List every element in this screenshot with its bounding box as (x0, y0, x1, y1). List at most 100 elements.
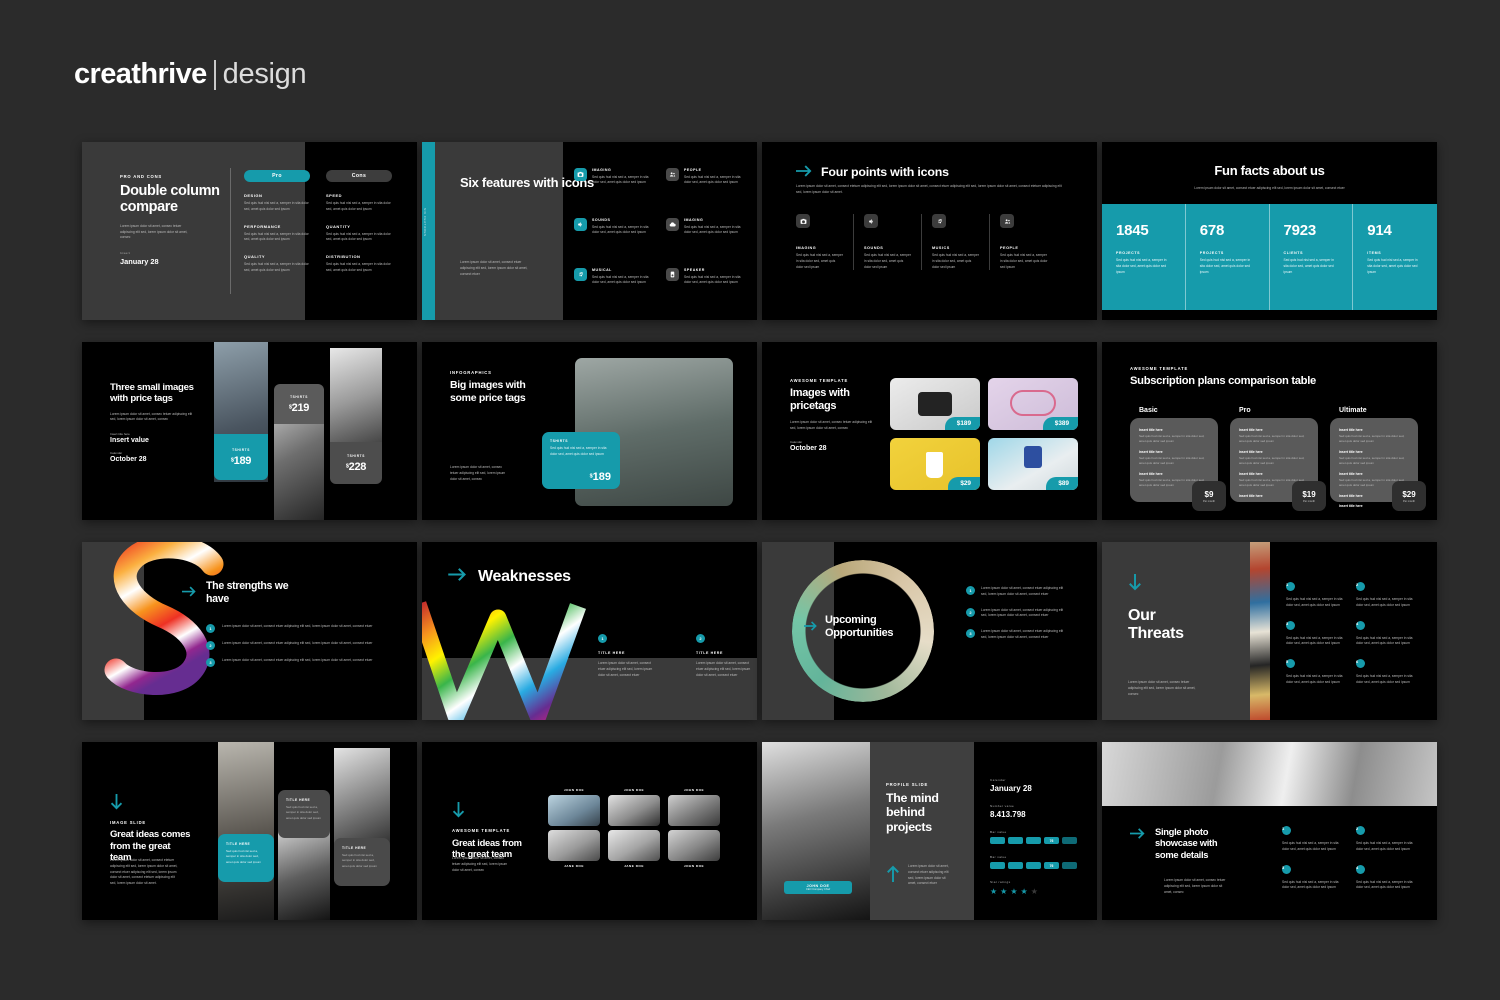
price-value: $189 (230, 454, 252, 467)
bar-segment (990, 862, 1005, 869)
member-photo (608, 830, 660, 861)
team-member[interactable]: JOHN DOE (668, 788, 720, 826)
list-item[interactable]: 2 Lorem ipsum dolor sit amet, consect etu… (966, 607, 1064, 620)
slide-three-small-images-with-price-tags[interactable]: TSHIRTS $219 TSHIRTS $228 TSHIRTS $189 T… (82, 342, 417, 520)
slide-six-features-with-icons[interactable]: SIX FEATURES Six features with icons Lor… (422, 142, 757, 320)
stat-item: 914 ITEMS Sed quis hud nisi sed a, sempe… (1353, 204, 1437, 310)
team-member[interactable]: JOHN DOE (548, 788, 600, 826)
feature-item[interactable]: IMAGING Sed quis hud nisi sed a, semper i… (666, 218, 744, 236)
slide-great-ideas-comes-from-the-great-team[interactable]: TITLE HERE Sed quis hud nisi sed a, semp… (82, 742, 417, 920)
left-panel (435, 142, 563, 320)
plan-card[interactable]: Ultimate Insert title here Sed quis hud n… (1330, 407, 1426, 511)
team-member[interactable]: JOHN DOE (668, 830, 720, 868)
plans-row: Basic Insert title here Sed quis hud nisi… (1130, 407, 1426, 511)
slide-subscription-plans-comparison-table[interactable]: AWESOME TEMPLATE Subscription plans comp… (1102, 342, 1437, 520)
bullet-list: 1 Lorem ipsum dolor sit amet, consect etu… (966, 586, 1064, 651)
feature-item[interactable]: PEOPLE Sed quis hud nisi sed a, semper in… (666, 168, 744, 186)
list-item[interactable]: 4 Sed quis hud nisi sed a, semper in sita… (1356, 620, 1416, 648)
list-item[interactable]: 1 Sed quis hud nisi sed a, semper in sita… (1286, 582, 1346, 609)
point-label: PEOPLE (1000, 246, 1019, 250)
list-item[interactable]: 1 Sed quis hud nisi sed a, semper in sita… (1282, 826, 1344, 853)
list-item[interactable]: 1 Lorem ipsum dolor sit amet, consect etu… (966, 586, 1064, 598)
feature-item[interactable]: IMAGING Sed quis hud nisi sed a, semper i… (574, 168, 652, 186)
vertical-label: SIX FEATURES (423, 208, 427, 237)
plan-card[interactable]: Basic Insert title here Sed quis hud nisi… (1130, 407, 1226, 511)
body-text: Lorem ipsum dolor sit amet, consec tetue… (1128, 680, 1196, 696)
cloud-icon (666, 218, 679, 231)
product-card[interactable]: $89 (988, 438, 1078, 490)
list-item[interactable]: 3 Sed quis hud nisi sed a, semper in sita… (1282, 864, 1344, 892)
list-item[interactable]: 2 Sed quis hud nisi sed a, semper in sita… (1356, 826, 1418, 853)
slide-the-mind-behind-projects[interactable]: JOHN DOE CEO Company Chief PROFILE SLIDE… (762, 742, 1097, 920)
slide-four-points-with-icons[interactable]: Four points with icons Lorem ipsum dolor… (762, 142, 1097, 320)
team-member[interactable]: JANE DOE (608, 830, 660, 868)
list-item[interactable]: 1 Lorem ipsum dolor sit amet, consect etu… (206, 624, 376, 633)
weakness-item[interactable]: 1 TITLE HERE Lorem ipsum dolor sit amet,… (598, 634, 656, 678)
feature-item[interactable]: MUSICAL Sed quis hud nisi sed a, semper i… (574, 268, 652, 286)
list-item[interactable]: 2 Lorem ipsum dolor sit amet, consect etu… (206, 641, 376, 650)
page-title: Upcoming Opportunities (825, 614, 894, 640)
list-item[interactable]: 3 Lorem ipsum dolor sit amet, consect etu… (206, 658, 376, 667)
bullet-number: 1 (1282, 826, 1291, 835)
team-member[interactable]: JANE DOE (548, 830, 600, 868)
stat-label: CLIENTS (1283, 251, 1304, 255)
slide-fun-facts-about-us[interactable]: Fun facts about us Lorem ipsum dolor sit… (1102, 142, 1437, 320)
feature-item[interactable]: SOUNDS Sed quis hud nisi sed a, semper in… (574, 218, 652, 236)
slide-weaknesses[interactable]: Weaknesses 1 TITLE HERE Lorem ipsum dolo… (422, 542, 757, 720)
cons-item-label: DISTRIBUTION (326, 254, 361, 260)
list-item[interactable]: 5 Sed quis hud nisi sed a, semper in sita… (1286, 659, 1346, 686)
feature-label: SPEAKER (684, 268, 705, 272)
slide-double-column-compare[interactable]: PRO AND CONS Double column compare Lorem… (82, 142, 417, 320)
slide-single-photo-showcase[interactable]: Single photo showcase with some details … (1102, 742, 1437, 920)
product-card[interactable]: $29 (890, 438, 980, 490)
stats-panel: 1845 PROJECTS Sed quis hud nisi sed a, s… (1102, 204, 1437, 310)
info-card-accent[interactable]: TITLE HERE Sed quis hud nisi sed a, semp… (218, 834, 274, 882)
people-icon (666, 168, 679, 181)
slide-big-images-with-price-tags[interactable]: INFOGRAPHICS Big images with some price … (422, 342, 757, 520)
list-item[interactable]: 2 Sed quis hud nisi sed a, semper in sita… (1356, 582, 1416, 609)
pro-pill[interactable]: Pro (244, 170, 310, 182)
point-item[interactable]: MUSICS Sed quis hud nisi sed a, semper i… (932, 214, 990, 271)
team-member[interactable]: JOHN DOE (608, 788, 660, 826)
list-item[interactable]: 3 Lorem ipsum dolor sit amet, consect etu… (966, 629, 1064, 641)
page-title: Our Threats (1128, 607, 1238, 643)
info-card[interactable]: TITLE HERE Sed quis hud nisi sed a, semp… (334, 838, 390, 886)
product-card[interactable]: $189 (890, 378, 980, 430)
value: Insert value (110, 437, 149, 445)
cons-pill[interactable]: Cons (326, 170, 392, 182)
pro-item: QUALITY Sed quis hud nisi sed a, semper i… (244, 254, 310, 274)
weakness-item[interactable]: 2 TITLE HERE Lorem ipsum dolor sit amet,… (696, 634, 754, 678)
cons-item: DISTRIBUTION Sed quis hud nisi sed a, sem… (326, 254, 392, 274)
slide-great-ideas-from-the-great-team[interactable]: AWESOME TEMPLATE Great ideas from the gr… (422, 742, 757, 920)
star-rating[interactable]: ★ ★ ★ ★ ★ (990, 887, 1082, 896)
slide-our-threats[interactable]: Our Threats Lorem ipsum dolor sit amet, c… (1102, 542, 1437, 720)
slide-images-with-pricetags[interactable]: AWESOME TEMPLATE Images with pricetags L… (762, 342, 1097, 520)
list-item-text: Sed quis hud nisi sed a, semper in sita … (1286, 635, 1343, 646)
feature-text: Sed quis hud nisi sed a, semper in sita … (592, 224, 649, 235)
feature-item[interactable]: SPEAKER Sed quis hud nisi sed a, semper i… (666, 268, 744, 286)
list-item[interactable]: 4 Sed quis hud nisi sed a, semper in sita… (1356, 864, 1418, 892)
list-item[interactable]: 6 Sed quis hud nisi sed a, semper in sita… (1356, 659, 1416, 686)
info-card[interactable]: TITLE HERE Sed quis hud nisi sed a, semp… (278, 790, 330, 838)
people-icon (1000, 214, 1014, 228)
stat-item: 678 PROJECTS Sed quis hud nisi sed a, se… (1186, 204, 1270, 310)
brand-divider (213, 59, 216, 90)
product-card[interactable]: $389 (988, 378, 1078, 430)
bullet-number: 3 (1282, 864, 1291, 874)
slide-title-block: Three small images with price tags Lorem… (110, 382, 198, 463)
slide-upcoming-opportunities[interactable]: Upcoming Opportunities 1 Lorem ipsum dolor… (762, 542, 1097, 720)
point-item[interactable]: PEOPLE Sed quis hud nisi sed a, semper i… (1000, 214, 1058, 270)
bullet-number: 5 (1286, 659, 1295, 669)
stat-item: 1845 PROJECTS Sed quis hud nisi sed a, s… (1102, 204, 1186, 310)
plan-card[interactable]: Pro Insert title here Sed quis hud nisi s… (1230, 407, 1326, 511)
date-label: Calendar (990, 778, 1006, 782)
slide-the-strengths-we-have[interactable]: The strengths we have 1 Lorem ipsum dolor… (82, 542, 417, 720)
body-text: Lorem ipsum dolor sit amet, consect etet… (796, 184, 1062, 194)
point-item[interactable]: IMAGING Sed quis hud nisi sed a, semper … (796, 214, 854, 271)
profile-role: CEO Company Chief (805, 888, 831, 891)
stat-number: 914 (1367, 222, 1392, 239)
star-icon: ★ (1000, 887, 1008, 896)
list-item[interactable]: 3 Sed quis hud nisi sed a, semper in sita… (1286, 620, 1346, 648)
point-item[interactable]: SOUNDS Sed quis hud nisi sed a, semper i… (864, 214, 922, 271)
slide-title-block: IMAGE SLIDE Great ideas comes from the g… (110, 794, 192, 864)
